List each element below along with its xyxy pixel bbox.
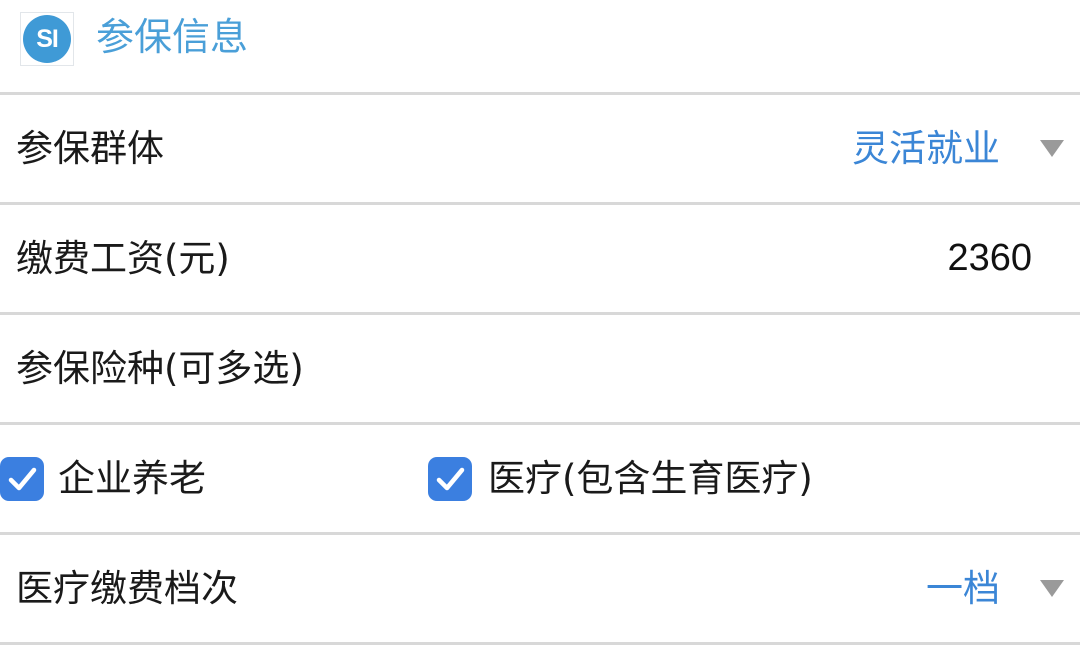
divider [0,642,1080,645]
option-label: 企业养老 [58,457,206,500]
option-label: 医疗(包含生育医疗) [488,457,813,500]
wage-input[interactable]: 2360 [947,205,1032,312]
insurance-types-label: 参保险种(可多选) [16,347,304,390]
insured-group-value[interactable]: 灵活就业 [852,95,1000,202]
triangle-down-icon[interactable] [1040,140,1064,157]
wage-label: 缴费工资(元) [16,237,230,280]
medical-tier-value[interactable]: 一档 [926,535,1000,642]
option-medical[interactable]: 医疗(包含生育医疗) [428,425,1068,532]
triangle-down-icon[interactable] [1040,580,1064,597]
medical-tier-label: 医疗缴费档次 [16,567,238,610]
checkbox-checked-icon[interactable] [428,457,472,501]
option-enterprise-pension[interactable]: 企业养老 [0,425,420,532]
social-insurance-logo: SI [20,12,74,66]
logo-badge: SI [23,15,71,63]
insured-group-row[interactable]: 参保群体 灵活就业 [0,95,1080,202]
insurance-options-row: 企业养老 医疗(包含生育医疗) [0,425,1080,532]
medical-tier-row[interactable]: 医疗缴费档次 一档 [0,535,1080,642]
section-title: 参保信息 [96,15,249,59]
wage-row[interactable]: 缴费工资(元) 2360 [0,205,1080,312]
checkbox-checked-icon[interactable] [0,457,44,501]
insured-group-label: 参保群体 [16,127,164,170]
section-header: SI 参保信息 [0,0,1080,92]
insurance-types-row: 参保险种(可多选) [0,315,1080,422]
